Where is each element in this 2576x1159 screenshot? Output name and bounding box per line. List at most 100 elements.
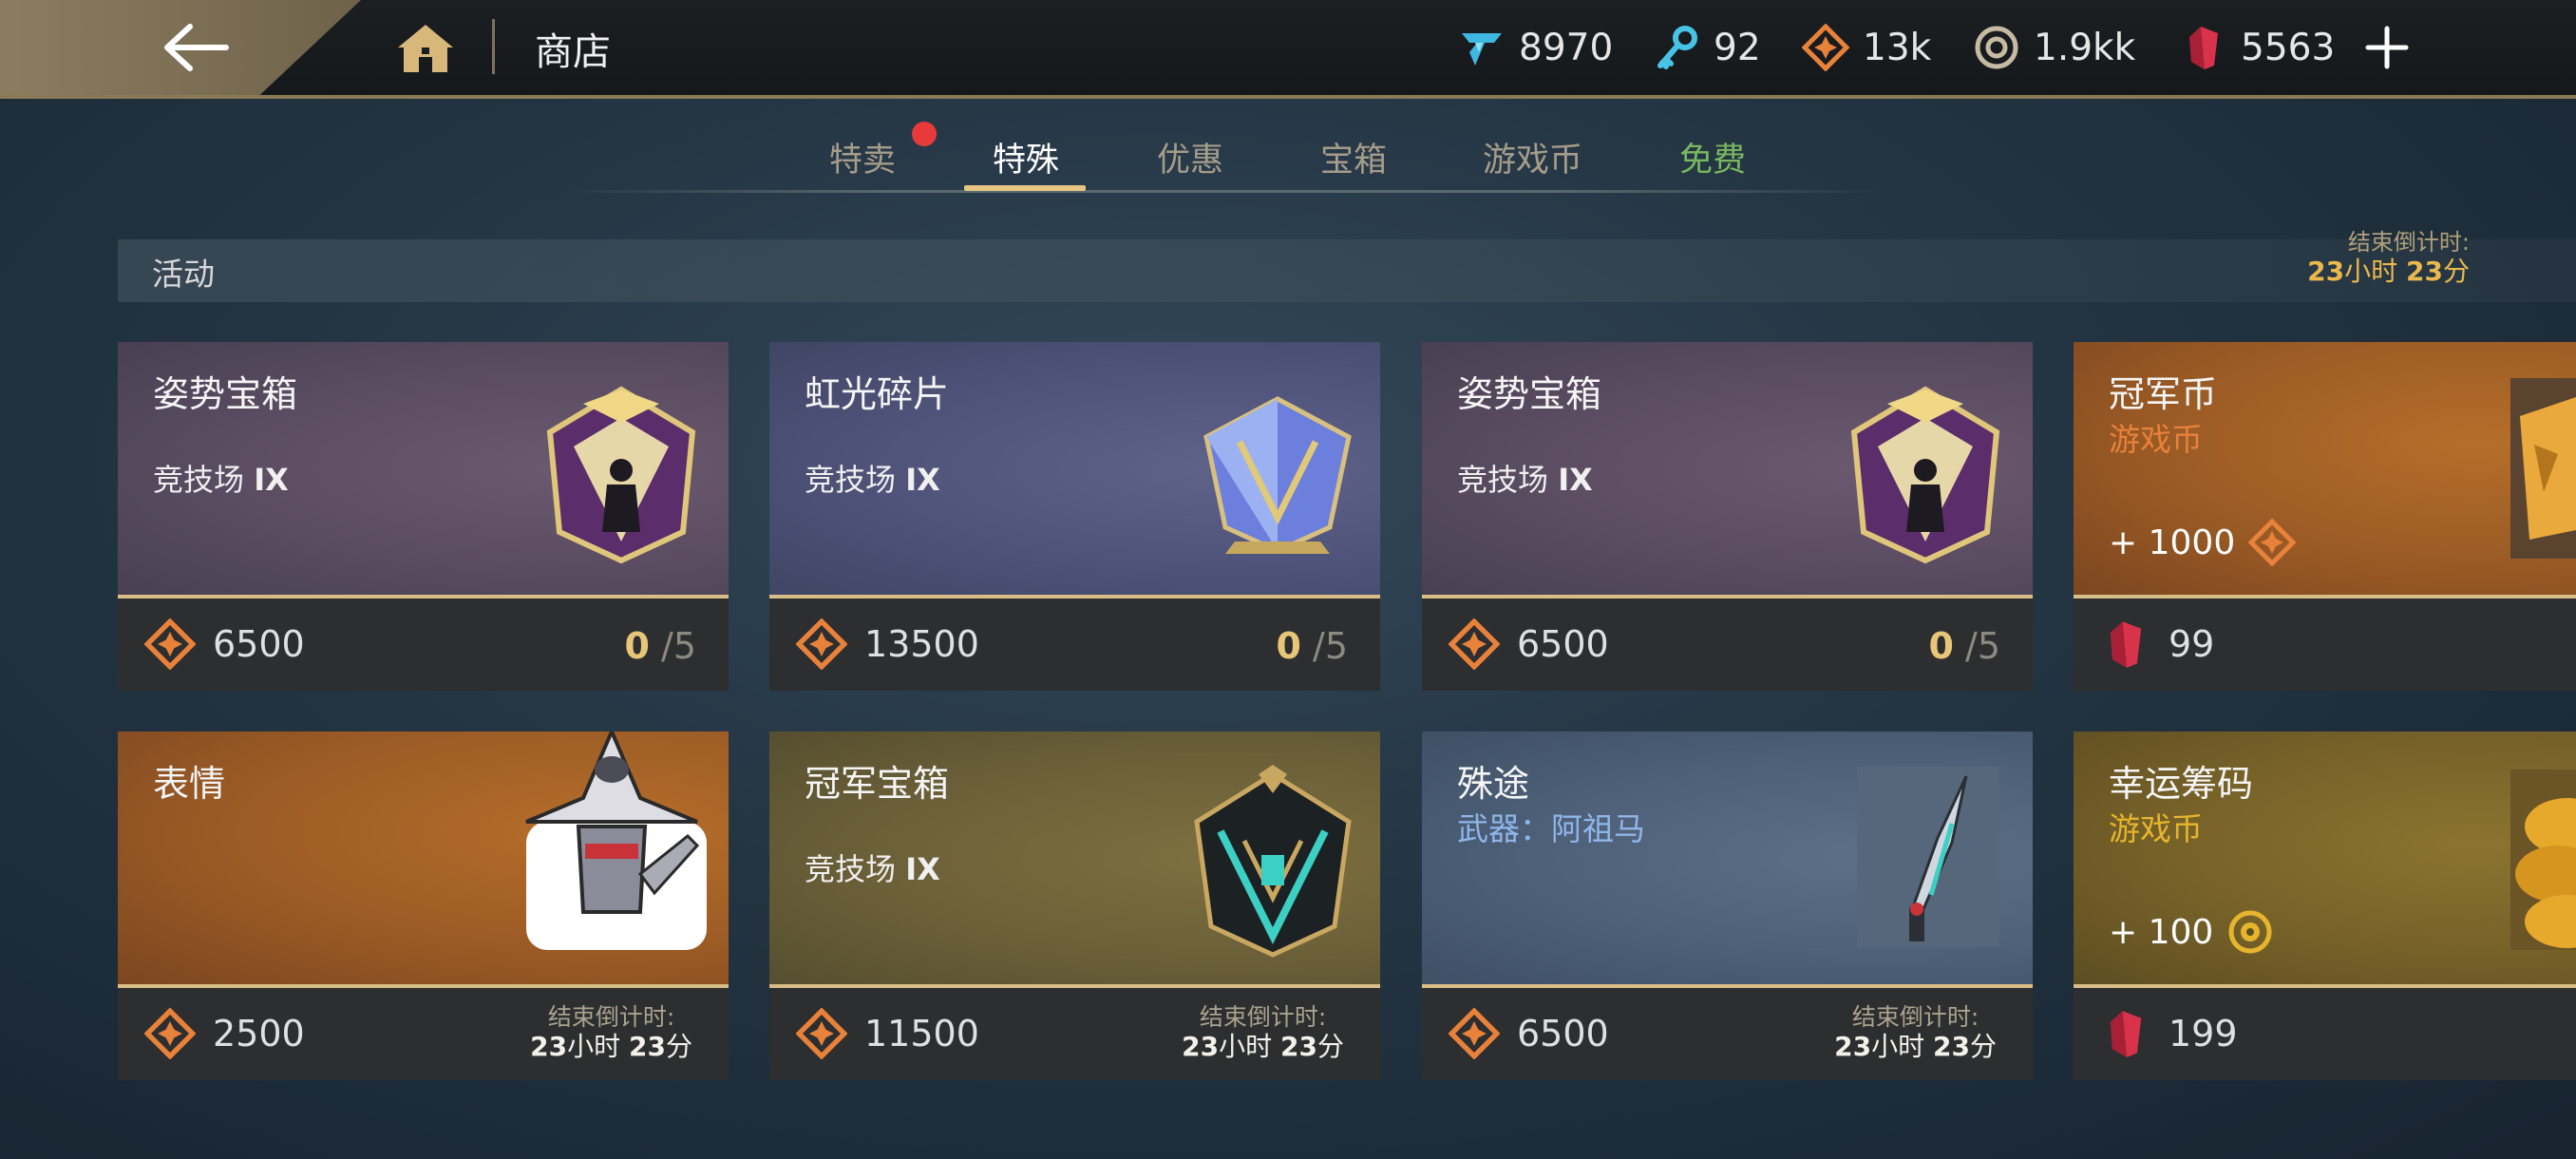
card-amount: + 1000 [2109, 519, 2297, 566]
price-value: 99 [2169, 623, 2215, 665]
card-name: 姿势宝箱 [153, 373, 298, 415]
card-footer: 6500 0 /5 [1422, 598, 2033, 691]
arena-token-icon [1449, 1008, 1500, 1059]
arena-token-icon [144, 1008, 196, 1059]
lucky-chip-icon [2228, 910, 2272, 954]
card-footer: 11500 结束倒计时: 23小时 23分 [769, 988, 1380, 1080]
price: 13500 [796, 616, 979, 673]
card-name: 虹光碎片 [805, 373, 950, 415]
arena-token-icon [796, 618, 847, 670]
coin-icon [1975, 26, 2018, 69]
gem-icon [1462, 33, 1502, 66]
section-header [118, 239, 2576, 302]
card-banner: 表情 [118, 732, 729, 984]
card-countdown: 结束倒计时: 23小时 23分 [530, 1003, 692, 1062]
add-currency-button[interactable] [2363, 24, 2411, 71]
price: 199 [2100, 1005, 2238, 1062]
card-name: 殊途 [1457, 763, 1530, 805]
arena-tokens-value: 13k [1863, 26, 1932, 69]
card-countdown: 结束倒计时: 23小时 23分 [1182, 1003, 1344, 1062]
tab-game-currency[interactable]: 游戏币 [1483, 133, 1582, 181]
card-footer: 199 [2074, 988, 2576, 1080]
purchase-limit: 0 /5 [1276, 625, 1348, 667]
price-value: 6500 [1517, 623, 1609, 665]
home-icon [398, 25, 453, 72]
card-subtitle: 武器：阿祖马 [1457, 810, 1645, 847]
ruby-icon [2110, 621, 2142, 668]
card-name: 冠军宝箱 [805, 763, 950, 805]
arena-token-icon [1802, 24, 1849, 71]
price: 11500 [796, 1005, 979, 1062]
card-name: 姿势宝箱 [1457, 373, 1602, 415]
card-footer: 99 [2074, 598, 2576, 691]
card-name: 幸运筹码 [2109, 763, 2254, 805]
card-subtitle: 游戏币 [2109, 421, 2203, 458]
shop-card-prism-shards[interactable]: 虹光碎片 竞技场 IX 13500 0 /5 [769, 342, 1380, 691]
tabs-baseline [560, 190, 1890, 193]
tab-free[interactable]: 免费 [1679, 133, 1746, 181]
shop-card-champion-chest[interactable]: 冠军宝箱 竞技场 IX 11500 结束倒计时: 23小时 23分 [769, 732, 1380, 1080]
price-value: 6500 [213, 623, 305, 665]
price-value: 6500 [1517, 1013, 1609, 1054]
card-footer: 6500 结束倒计时: 23小时 23分 [1422, 988, 2033, 1080]
shop-card-champion-coins[interactable]: 冠军币 游戏币 + 1000 99 [2074, 342, 2576, 691]
card-footer: 2500 结束倒计时: 23小时 23分 [118, 988, 729, 1080]
ruby-icon [2189, 27, 2218, 69]
tab-sale[interactable]: 特卖 [829, 133, 896, 181]
countdown-value: 23小时 23分 [2307, 256, 2470, 287]
card-banner: 冠军宝箱 竞技场 IX [769, 732, 1380, 984]
rubies-value: 5563 [2241, 26, 2336, 69]
card-countdown: 结束倒计时: 23小时 23分 [1834, 1003, 1997, 1062]
currency-gems[interactable]: 8970 [1458, 21, 1613, 74]
plus-icon [2365, 26, 2409, 69]
arena-token-icon [1449, 618, 1500, 670]
card-banner: 姿势宝箱 竞技场 IX [1422, 342, 2033, 595]
shop-card-emote[interactable]: 表情 2500 结束倒计时: 23小时 23分 [118, 732, 729, 1080]
back-button[interactable] [152, 17, 247, 78]
coins-value: 1.9kk [2034, 26, 2136, 69]
shop-card-lucky-chips[interactable]: 幸运筹码 游戏币 + 100 199 [2074, 732, 2576, 1080]
card-name: 冠军币 [2109, 373, 2218, 415]
emote-sticker-icon [525, 732, 707, 950]
price-value: 11500 [864, 1013, 979, 1054]
currency-coins[interactable]: 1.9kk [1973, 21, 2135, 74]
pose-chest-icon [546, 386, 696, 564]
card-subtitle: 竞技场 IX [805, 462, 940, 498]
price: 6500 [1449, 616, 1609, 673]
home-button[interactable] [394, 19, 457, 76]
arrow-left-icon [164, 24, 229, 71]
tab-offers[interactable]: 优惠 [1157, 133, 1223, 181]
ruby-icon [2110, 1011, 2142, 1057]
tab-special[interactable]: 特殊 [993, 133, 1059, 181]
top-bar: 商店 8970 92 13k 1.9kk 5563 [0, 0, 2576, 99]
crystal-shard-icon [1203, 396, 1352, 554]
card-amount: + 100 [2109, 908, 2274, 956]
price-value: 2500 [213, 1013, 305, 1054]
sword-icon [1857, 767, 1999, 947]
lucky-chips-icon [2510, 770, 2576, 950]
shop-card-pose-chest-2[interactable]: 姿势宝箱 竞技场 IX 6500 0 /5 [1422, 342, 2033, 691]
card-subtitle: 竞技场 IX [1457, 462, 1593, 498]
card-footer: 13500 0 /5 [769, 598, 1380, 691]
card-subtitle: 游戏币 [2109, 810, 2203, 847]
card-banner: 虹光碎片 竞技场 IX [769, 342, 1380, 595]
currency-arena-tokens[interactable]: 13k [1802, 21, 1931, 74]
currency-keys[interactable]: 92 [1653, 21, 1761, 74]
card-subtitle: 竞技场 IX [805, 851, 940, 887]
tab-chests[interactable]: 宝箱 [1320, 133, 1387, 181]
card-banner: 殊途 武器：阿祖马 [1422, 732, 2033, 984]
gems-value: 8970 [1519, 26, 1614, 69]
price: 6500 [1449, 1005, 1609, 1062]
shop-card-weapon-skin[interactable]: 殊途 武器：阿祖马 6500 结束倒计时: 23小时 23分 [1422, 732, 2033, 1080]
purchase-limit: 0 /5 [1928, 625, 2000, 667]
card-name: 表情 [153, 763, 226, 805]
price-value: 199 [2169, 1013, 2238, 1054]
page-title: 商店 [535, 30, 611, 74]
notification-dot [912, 122, 937, 146]
champion-coins-icon [2510, 378, 2576, 559]
currency-rubies[interactable]: 5563 [2180, 21, 2335, 74]
shop-card-pose-chest[interactable]: 姿势宝箱 竞技场 IX 6500 0 /5 [118, 342, 729, 691]
card-footer: 6500 0 /5 [118, 598, 729, 691]
pose-chest-icon [1850, 386, 2000, 564]
price: 6500 [144, 616, 305, 673]
